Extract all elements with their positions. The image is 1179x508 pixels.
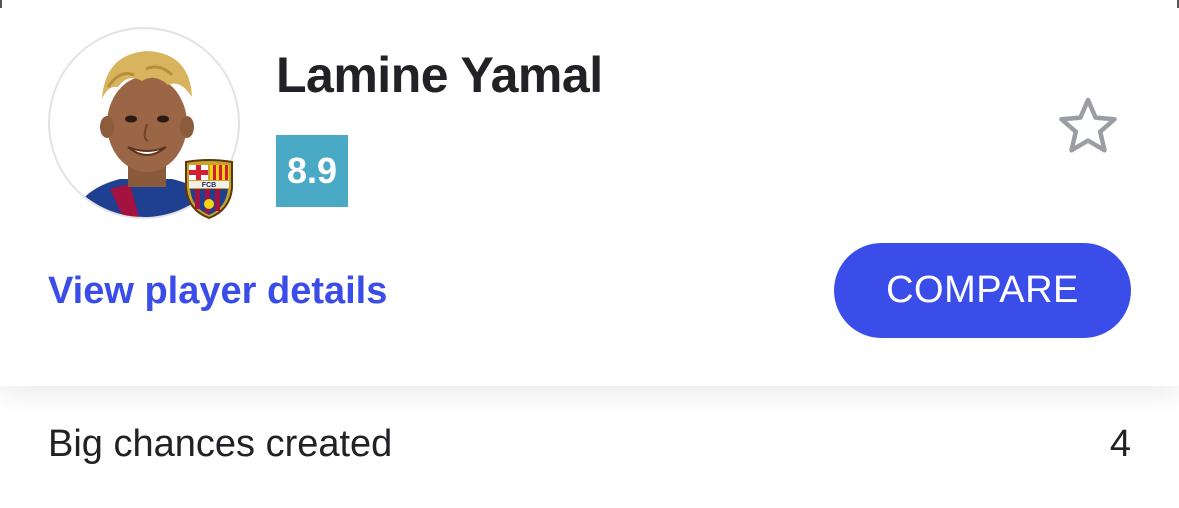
club-crest-icon: FCB bbox=[185, 159, 233, 220]
stat-value: 4 bbox=[1109, 423, 1131, 465]
edge-mark-left bbox=[0, 0, 2, 8]
stat-label: Big chances created bbox=[48, 423, 393, 465]
view-player-details-link[interactable]: View player details bbox=[48, 270, 387, 313]
club-crest-text: FCB bbox=[202, 182, 216, 189]
rating-badge: 8.9 bbox=[276, 135, 348, 207]
compare-button[interactable]: COMPARE bbox=[834, 243, 1131, 338]
player-card: FCB Lamine Yamal 8.9 View player details… bbox=[0, 0, 1179, 386]
player-name: Lamine Yamal bbox=[276, 47, 603, 103]
favorite-star-icon[interactable] bbox=[1058, 96, 1118, 154]
